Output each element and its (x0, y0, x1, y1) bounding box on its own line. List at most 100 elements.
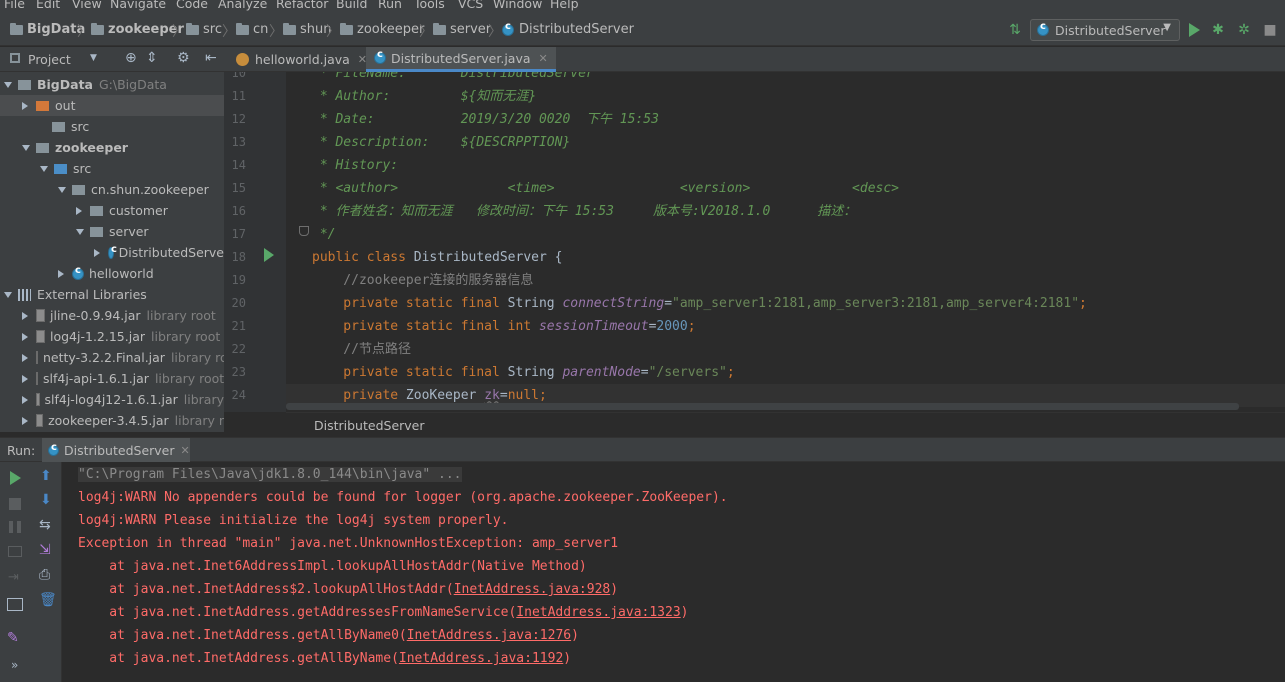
tree-item[interactable]: slf4j-api-1.6.1.jar library root (0, 368, 224, 389)
collapse-icon[interactable]: ⇕ (146, 50, 158, 66)
chevron-right-icon[interactable] (22, 416, 28, 425)
chevron-right-icon[interactable] (22, 395, 28, 404)
tree-item[interactable]: jline-0.9.94.jar library root (0, 305, 224, 326)
chevron-right-icon[interactable] (76, 206, 82, 215)
build-icon[interactable]: ⇅ (1007, 22, 1023, 38)
breadcrumb-label: src (203, 22, 222, 37)
tree-item[interactable]: slf4j-log4j12-1.6.1.jar library (0, 389, 224, 410)
stop-icon[interactable]: ■ (1262, 22, 1278, 38)
close-icon[interactable]: ✕ (181, 444, 190, 457)
stacktrace-link[interactable]: InetAddress.java:1192 (399, 651, 563, 666)
breadcrumb-item[interactable]: DistributedServer (502, 21, 634, 37)
menu-item-refactor[interactable]: Refactor (276, 0, 328, 11)
chevron-right-icon[interactable] (22, 311, 28, 320)
breadcrumb-item[interactable]: shun (283, 22, 332, 37)
pin-icon[interactable]: ✎ (7, 630, 19, 646)
rerun-icon[interactable] (10, 471, 21, 485)
tree-item[interactable]: BigData G:\BigData (0, 74, 224, 95)
menu-item-navigate[interactable]: Navigate (110, 0, 166, 11)
tree-item[interactable]: src (0, 116, 224, 137)
breadcrumb-item[interactable]: zookeeper (340, 22, 424, 37)
soft-wrap-icon[interactable]: ⇆ (39, 517, 51, 533)
tree-item[interactable]: netty-3.2.2.Final.jar library ro (0, 347, 224, 368)
horizontal-scrollbar[interactable] (286, 403, 1239, 410)
arrow-down-icon[interactable]: ⬇ (40, 492, 52, 508)
tree-item[interactable]: zookeeper (0, 137, 224, 158)
dump-threads-icon[interactable] (8, 546, 22, 557)
run-icon[interactable] (1189, 23, 1200, 37)
print-icon[interactable]: ⎙ (39, 567, 50, 583)
code-editor[interactable]: * FileName: DistributedServer * Author: … (286, 72, 1285, 412)
tree-item[interactable]: customer (0, 200, 224, 221)
hide-icon[interactable]: ⇤ (205, 50, 217, 66)
breadcrumb-item[interactable]: src (186, 22, 222, 37)
tab-helloworld[interactable]: helloworld.java ✕ (228, 47, 375, 72)
chevron-right-icon[interactable] (22, 332, 28, 341)
more-icon[interactable]: » (11, 658, 18, 672)
tree-item-label: src (71, 119, 90, 134)
pause-icon[interactable] (9, 521, 21, 533)
menu-item-code[interactable]: Code (176, 0, 208, 11)
chevron-down-icon[interactable] (76, 228, 84, 235)
run-gutter-icon[interactable] (264, 248, 274, 262)
layout-icon[interactable] (7, 598, 23, 611)
stop-icon[interactable] (9, 498, 21, 510)
console-output[interactable]: "C:\Program Files\Java\jdk1.8.0_144\bin\… (62, 462, 1285, 682)
close-icon[interactable]: ✕ (539, 52, 548, 65)
tree-item[interactable]: out (0, 95, 224, 116)
stacktrace-link[interactable]: InetAddress.java:928 (454, 582, 611, 597)
tree-item[interactable]: External Libraries (0, 284, 224, 305)
menu-item-file[interactable]: File (4, 0, 25, 11)
console-text: at java.net.InetAddress$2.lookupAllHostA… (78, 582, 454, 597)
chevron-right-icon[interactable] (94, 248, 100, 257)
chevron-right-icon[interactable] (22, 101, 28, 110)
fold-icon[interactable] (299, 226, 309, 236)
breadcrumb-item[interactable]: BigData (10, 22, 85, 37)
tree-item[interactable]: src (0, 158, 224, 179)
target-icon[interactable]: ⊕ (125, 50, 137, 66)
trash-icon[interactable]: 🗑 (39, 592, 57, 608)
menu-item-analyze[interactable]: Analyze (218, 0, 267, 11)
coverage-icon[interactable]: ✲ (1236, 22, 1252, 38)
arrow-up-icon[interactable]: ⬆ (40, 468, 52, 484)
chevron-right-icon[interactable] (22, 353, 28, 362)
run-tab[interactable]: DistributedServer ✕ (42, 438, 190, 462)
menu-item-tools[interactable]: Tools (414, 0, 445, 11)
chevron-down-icon[interactable] (4, 81, 12, 88)
menu-item-vcs[interactable]: VCS (458, 0, 483, 11)
menu-item-help[interactable]: Help (550, 0, 579, 11)
chevron-down-icon[interactable] (58, 186, 66, 193)
tree-item[interactable]: DistributedServe (0, 242, 224, 263)
chevron-down-icon[interactable]: ▼ (90, 53, 97, 63)
tab-distributedserver[interactable]: DistributedServer.java ✕ (366, 47, 556, 72)
tree-item[interactable]: server (0, 221, 224, 242)
debug-icon[interactable]: ✱ (1210, 22, 1226, 38)
menu-item-edit[interactable]: Edit (36, 0, 60, 11)
chevron-down-icon[interactable] (4, 291, 12, 298)
project-view-label[interactable]: Project (28, 52, 71, 67)
chevron-down-icon[interactable] (40, 165, 48, 172)
breadcrumb-item[interactable]: cn (236, 22, 268, 37)
breadcrumb-item[interactable]: zookeeper (91, 22, 184, 37)
folder-icon (90, 205, 103, 216)
run-config-select[interactable]: DistributedServer ▼ (1030, 19, 1180, 41)
scroll-to-end-icon[interactable]: ⇲ (39, 542, 51, 558)
menu-item-window[interactable]: Window (493, 0, 542, 11)
tree-item[interactable]: cn.shun.zookeeper (0, 179, 224, 200)
breadcrumb-class[interactable]: DistributedServer (314, 418, 425, 433)
folder-icon (236, 22, 249, 35)
tree-item[interactable]: zookeeper-3.4.5.jar library r (0, 410, 224, 431)
chevron-down-icon[interactable] (22, 144, 30, 151)
tree-item[interactable]: log4j-1.2.15.jar library root (0, 326, 224, 347)
tree-item[interactable]: helloworld (0, 263, 224, 284)
stacktrace-link[interactable]: InetAddress.java:1276 (407, 628, 571, 643)
breadcrumb-item[interactable]: server (433, 22, 491, 37)
menu-item-run[interactable]: Run (378, 0, 402, 11)
chevron-right-icon[interactable] (58, 269, 64, 278)
chevron-right-icon[interactable] (22, 374, 28, 383)
stacktrace-link[interactable]: InetAddress.java:1323 (516, 605, 680, 620)
menu-item-build[interactable]: Build (336, 0, 367, 11)
exit-icon[interactable]: ⇥ (8, 570, 19, 585)
menu-item-view[interactable]: View (72, 0, 102, 11)
gear-icon[interactable]: ⚙ (177, 50, 190, 66)
